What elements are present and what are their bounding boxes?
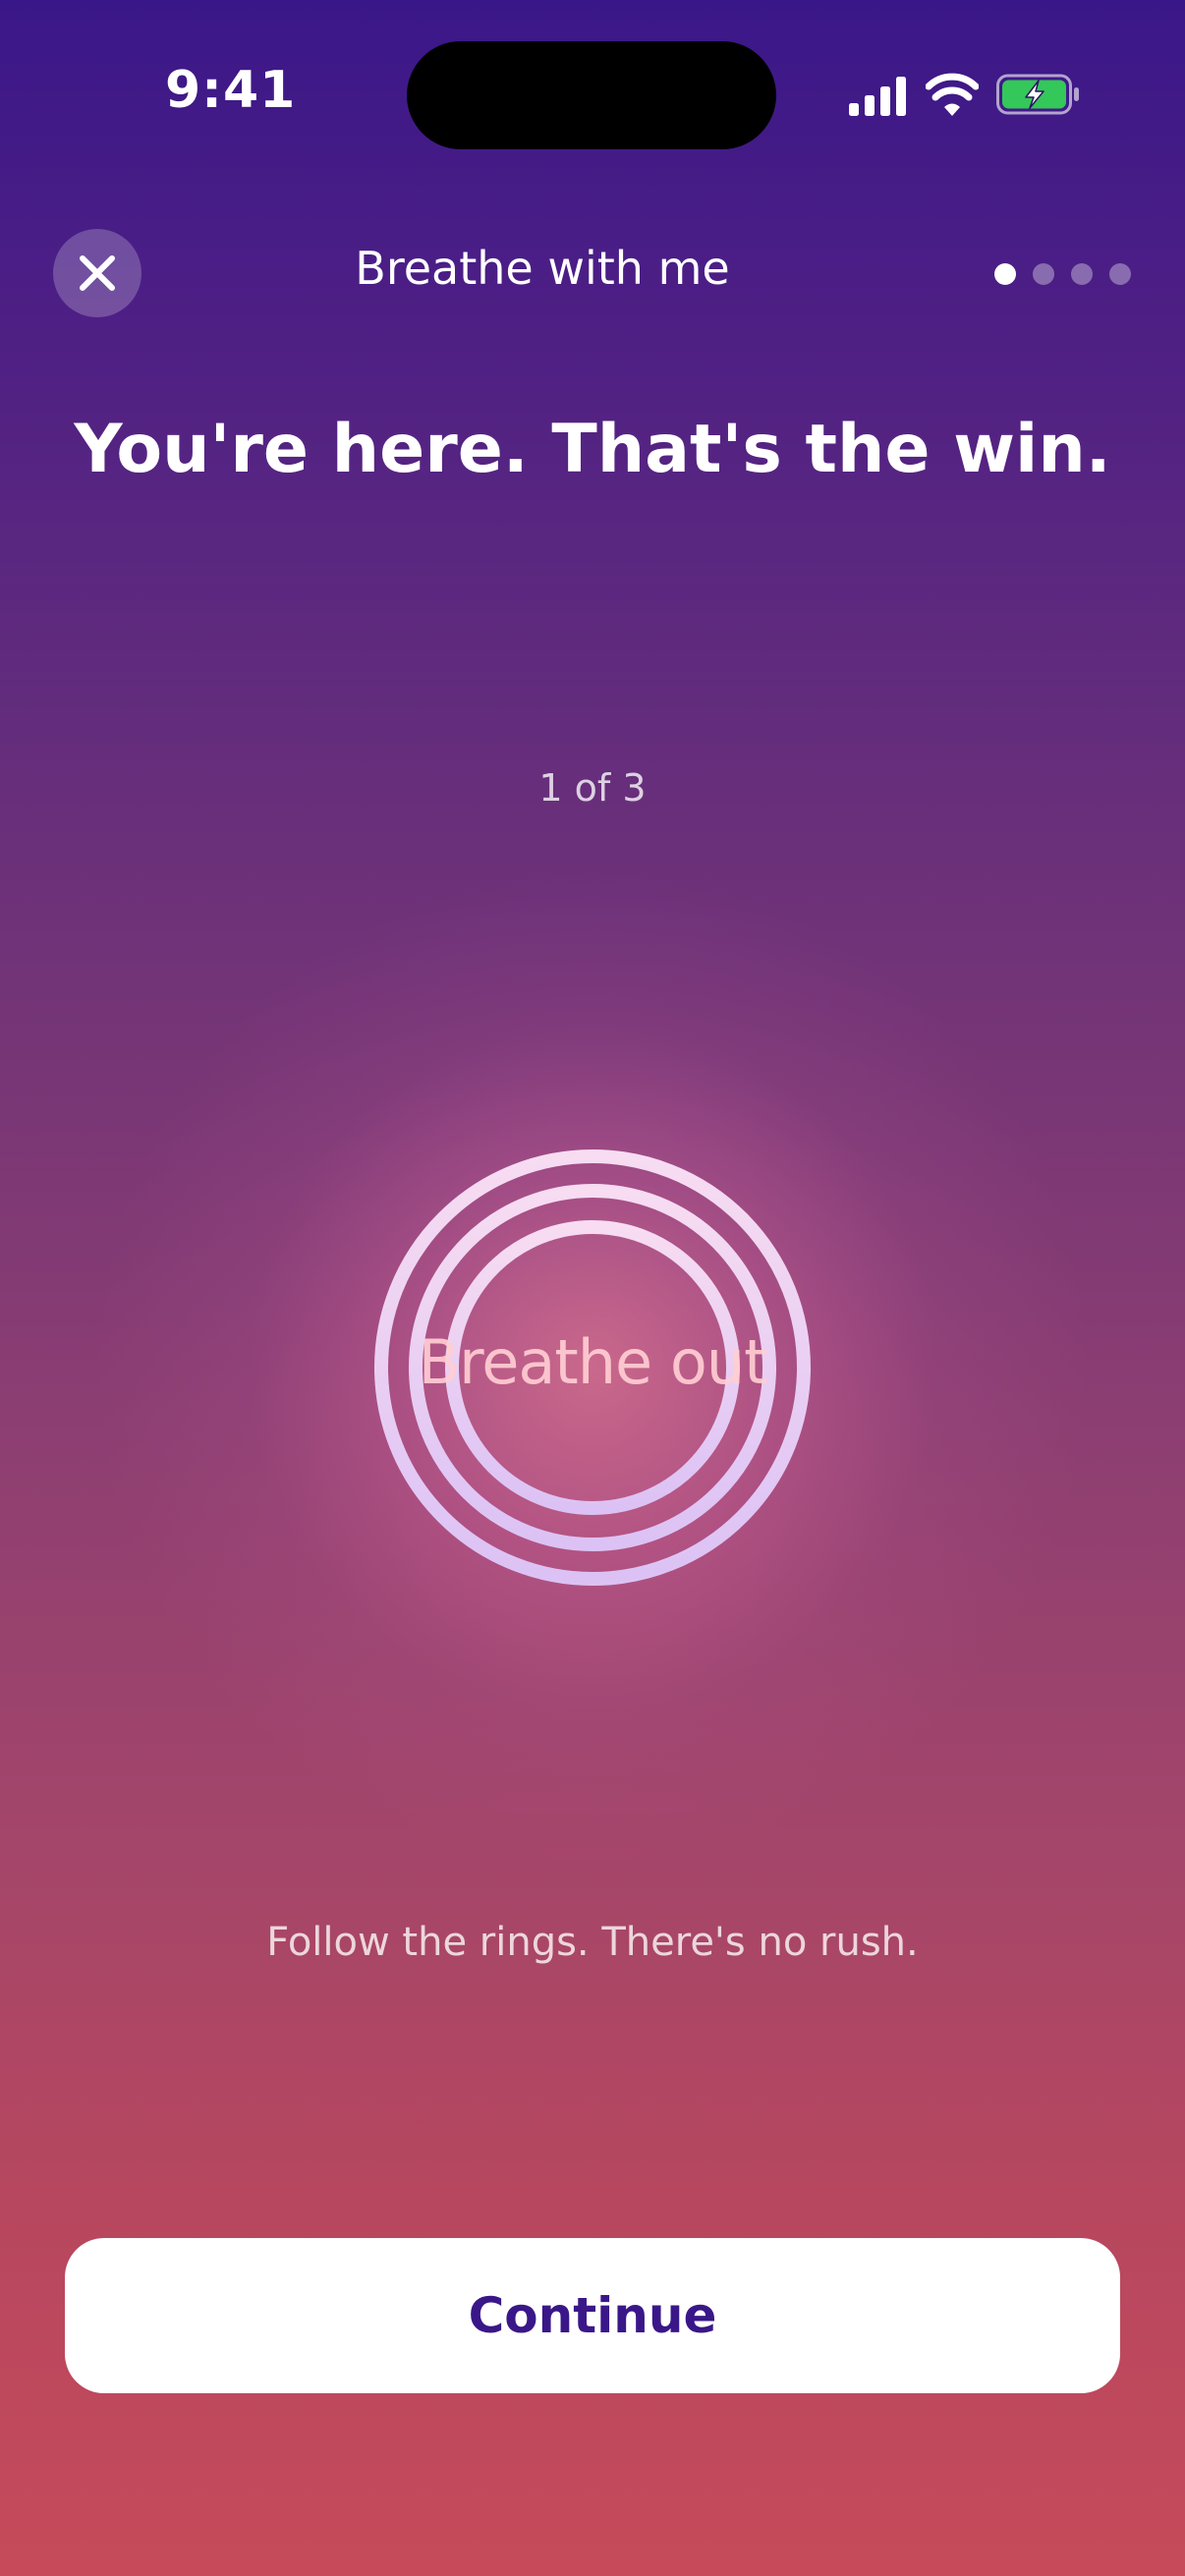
dynamic-island — [407, 41, 776, 149]
page-dot — [1033, 263, 1054, 285]
breathing-screen: 9:41 Breathe with me You're here. That's… — [0, 0, 1185, 2576]
hint-text: Follow the rings. There's no rush. — [266, 1920, 919, 1965]
page-dot — [994, 263, 1016, 285]
page-dot — [1071, 263, 1093, 285]
wifi-icon — [926, 73, 979, 116]
cellular-signal-icon — [849, 77, 906, 116]
status-bar: 9:41 — [0, 0, 1185, 187]
step-counter: 1 of 3 — [538, 766, 647, 810]
page-dot — [1109, 263, 1131, 285]
breathing-rings: Breathe out — [367, 1142, 818, 1594]
headline: You're here. That's the win. — [74, 411, 1111, 488]
close-icon — [80, 255, 115, 291]
battery-charging-icon — [996, 74, 1079, 115]
continue-button[interactable]: Continue — [65, 2238, 1120, 2393]
header-title: Breathe with me — [355, 242, 730, 295]
status-time: 9:41 — [165, 61, 297, 120]
close-button[interactable] — [53, 229, 141, 317]
page-indicator — [994, 263, 1131, 285]
breathe-instruction: Breathe out — [418, 1326, 768, 1398]
